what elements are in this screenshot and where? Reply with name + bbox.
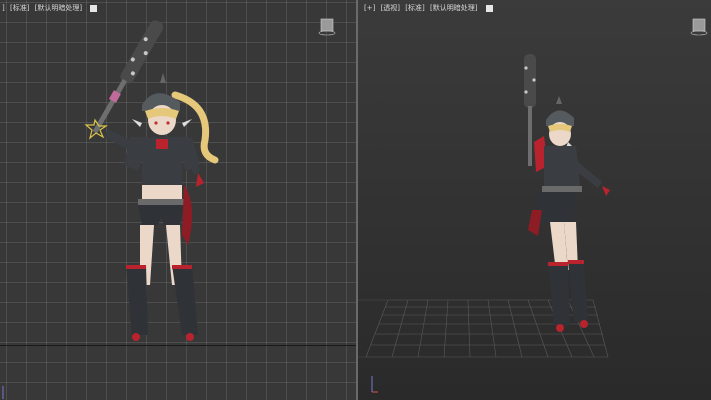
viewport-maximize-icon[interactable] xyxy=(485,4,493,12)
viewport-menu-plus[interactable]: ] xyxy=(2,4,5,12)
viewport-menu-view[interactable]: [透视] xyxy=(381,4,400,12)
viewport-menu-plus[interactable]: [+] xyxy=(364,4,375,12)
character-model-front[interactable] xyxy=(70,15,240,350)
axis-gizmo-icon xyxy=(371,376,378,393)
viewport-menu-shading[interactable]: [默认明暗处理] xyxy=(35,4,82,12)
viewport-maximize-icon[interactable] xyxy=(90,4,98,12)
viewcube-icon[interactable] xyxy=(690,18,708,36)
viewport-front[interactable]: ] [标准] [默认明暗处理] xyxy=(0,0,358,400)
viewport-label-bar: ] [标准] [默认明暗处理] xyxy=(0,2,100,14)
viewport-menu-standard[interactable]: [标准] xyxy=(10,4,29,12)
viewport-perspective[interactable]: [+] [透视] [标准] [默认明暗处理] xyxy=(358,0,711,400)
axis-gizmo-icon xyxy=(2,386,4,399)
viewport-label-bar-persp: [+] [透视] [标准] [默认明暗处理] xyxy=(362,2,496,14)
viewport-menu-standard[interactable]: [标准] xyxy=(405,4,424,12)
viewcube-icon[interactable] xyxy=(318,18,336,36)
character-model-perspective[interactable] xyxy=(508,50,628,340)
viewport-menu-shading[interactable]: [默认明暗处理] xyxy=(430,4,477,12)
